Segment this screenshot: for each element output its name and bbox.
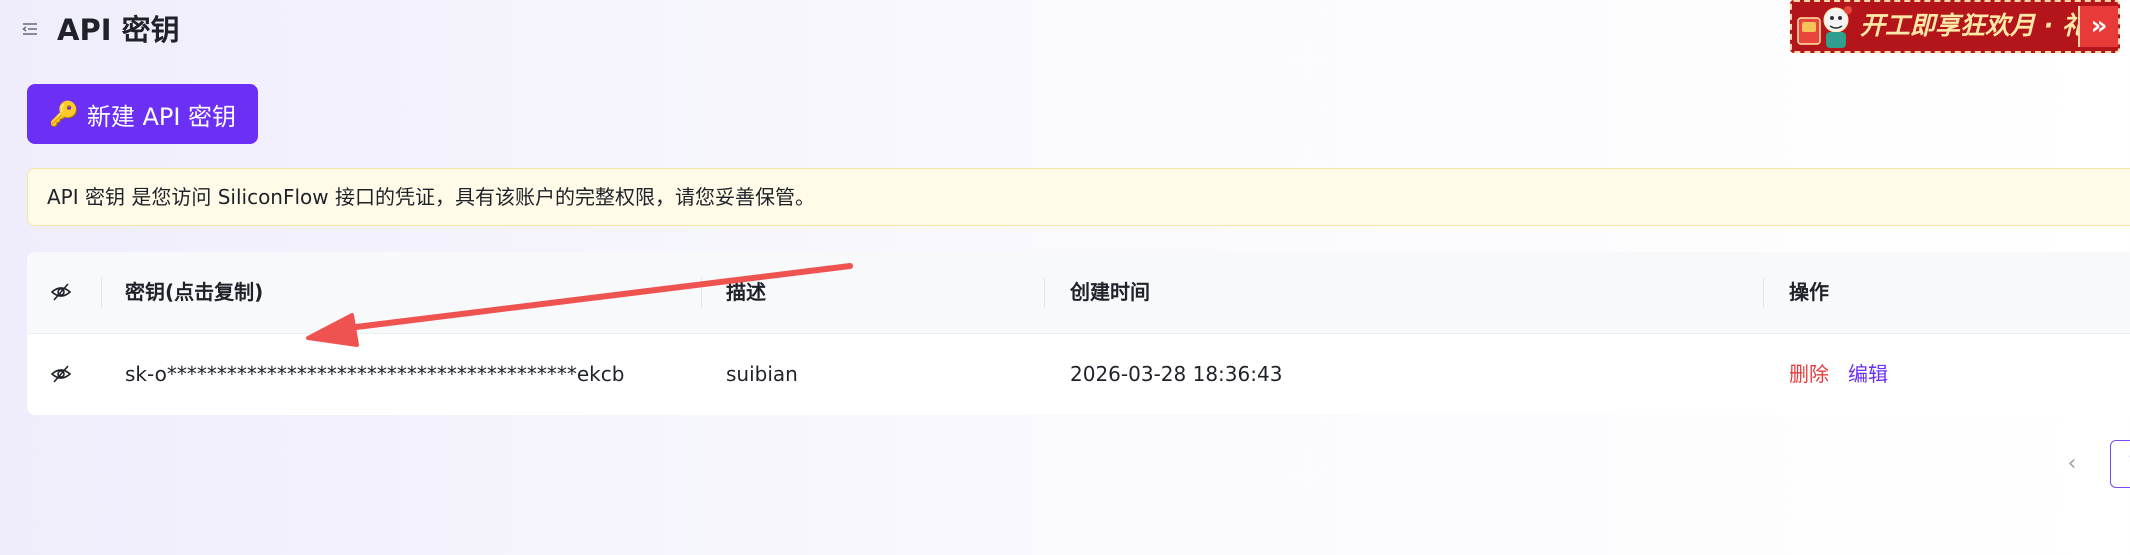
new-api-key-button[interactable]: 🔑 新建 API 密钥 <box>27 84 258 144</box>
eye-off-icon[interactable] <box>50 281 72 303</box>
page-title: API 密钥 <box>57 13 180 47</box>
table-row: sk-o************************************… <box>27 334 2130 415</box>
menu-collapse-icon[interactable] <box>20 19 40 39</box>
eye-off-icon[interactable] <box>50 363 72 385</box>
column-header-created: 创建时间 <box>1070 280 1150 304</box>
api-key-value[interactable]: sk-o************************************… <box>125 334 624 415</box>
key-created-time: 2026-03-28 18:36:43 <box>1070 362 1283 386</box>
key-description: suibian <box>726 362 798 386</box>
table-header: 密钥(点击复制) 描述 创建时间 操作 <box>27 252 2130 334</box>
column-separator <box>1763 278 1764 308</box>
promo-banner[interactable]: 开工即享狂欢月 · 礼包领取 » <box>1790 0 2120 53</box>
column-separator <box>1044 278 1045 308</box>
column-header-key: 密钥(点击复制) <box>125 280 264 304</box>
key-icon: 🔑 <box>48 100 79 128</box>
new-api-key-label: 新建 API 密钥 <box>86 102 237 131</box>
api-key-table: 密钥(点击复制) 描述 创建时间 操作 sk-o****************… <box>27 252 2130 415</box>
pagination-page[interactable]: 1 <box>2110 440 2130 488</box>
edit-button[interactable]: 编辑 <box>1848 334 1888 415</box>
column-header-actions: 操作 <box>1789 280 1829 304</box>
promo-arrow-icon[interactable]: » <box>2078 6 2118 47</box>
chevron-left-icon[interactable]: ‹ <box>2060 452 2084 476</box>
column-separator <box>101 278 102 308</box>
notice-bar: API 密钥 是您访问 SiliconFlow 接口的凭证，具有该账户的完整权限… <box>27 168 2130 226</box>
column-separator <box>701 278 702 308</box>
column-header-description: 描述 <box>726 280 766 304</box>
delete-button[interactable]: 删除 <box>1789 334 1829 415</box>
mascot-icon <box>1797 6 1852 48</box>
